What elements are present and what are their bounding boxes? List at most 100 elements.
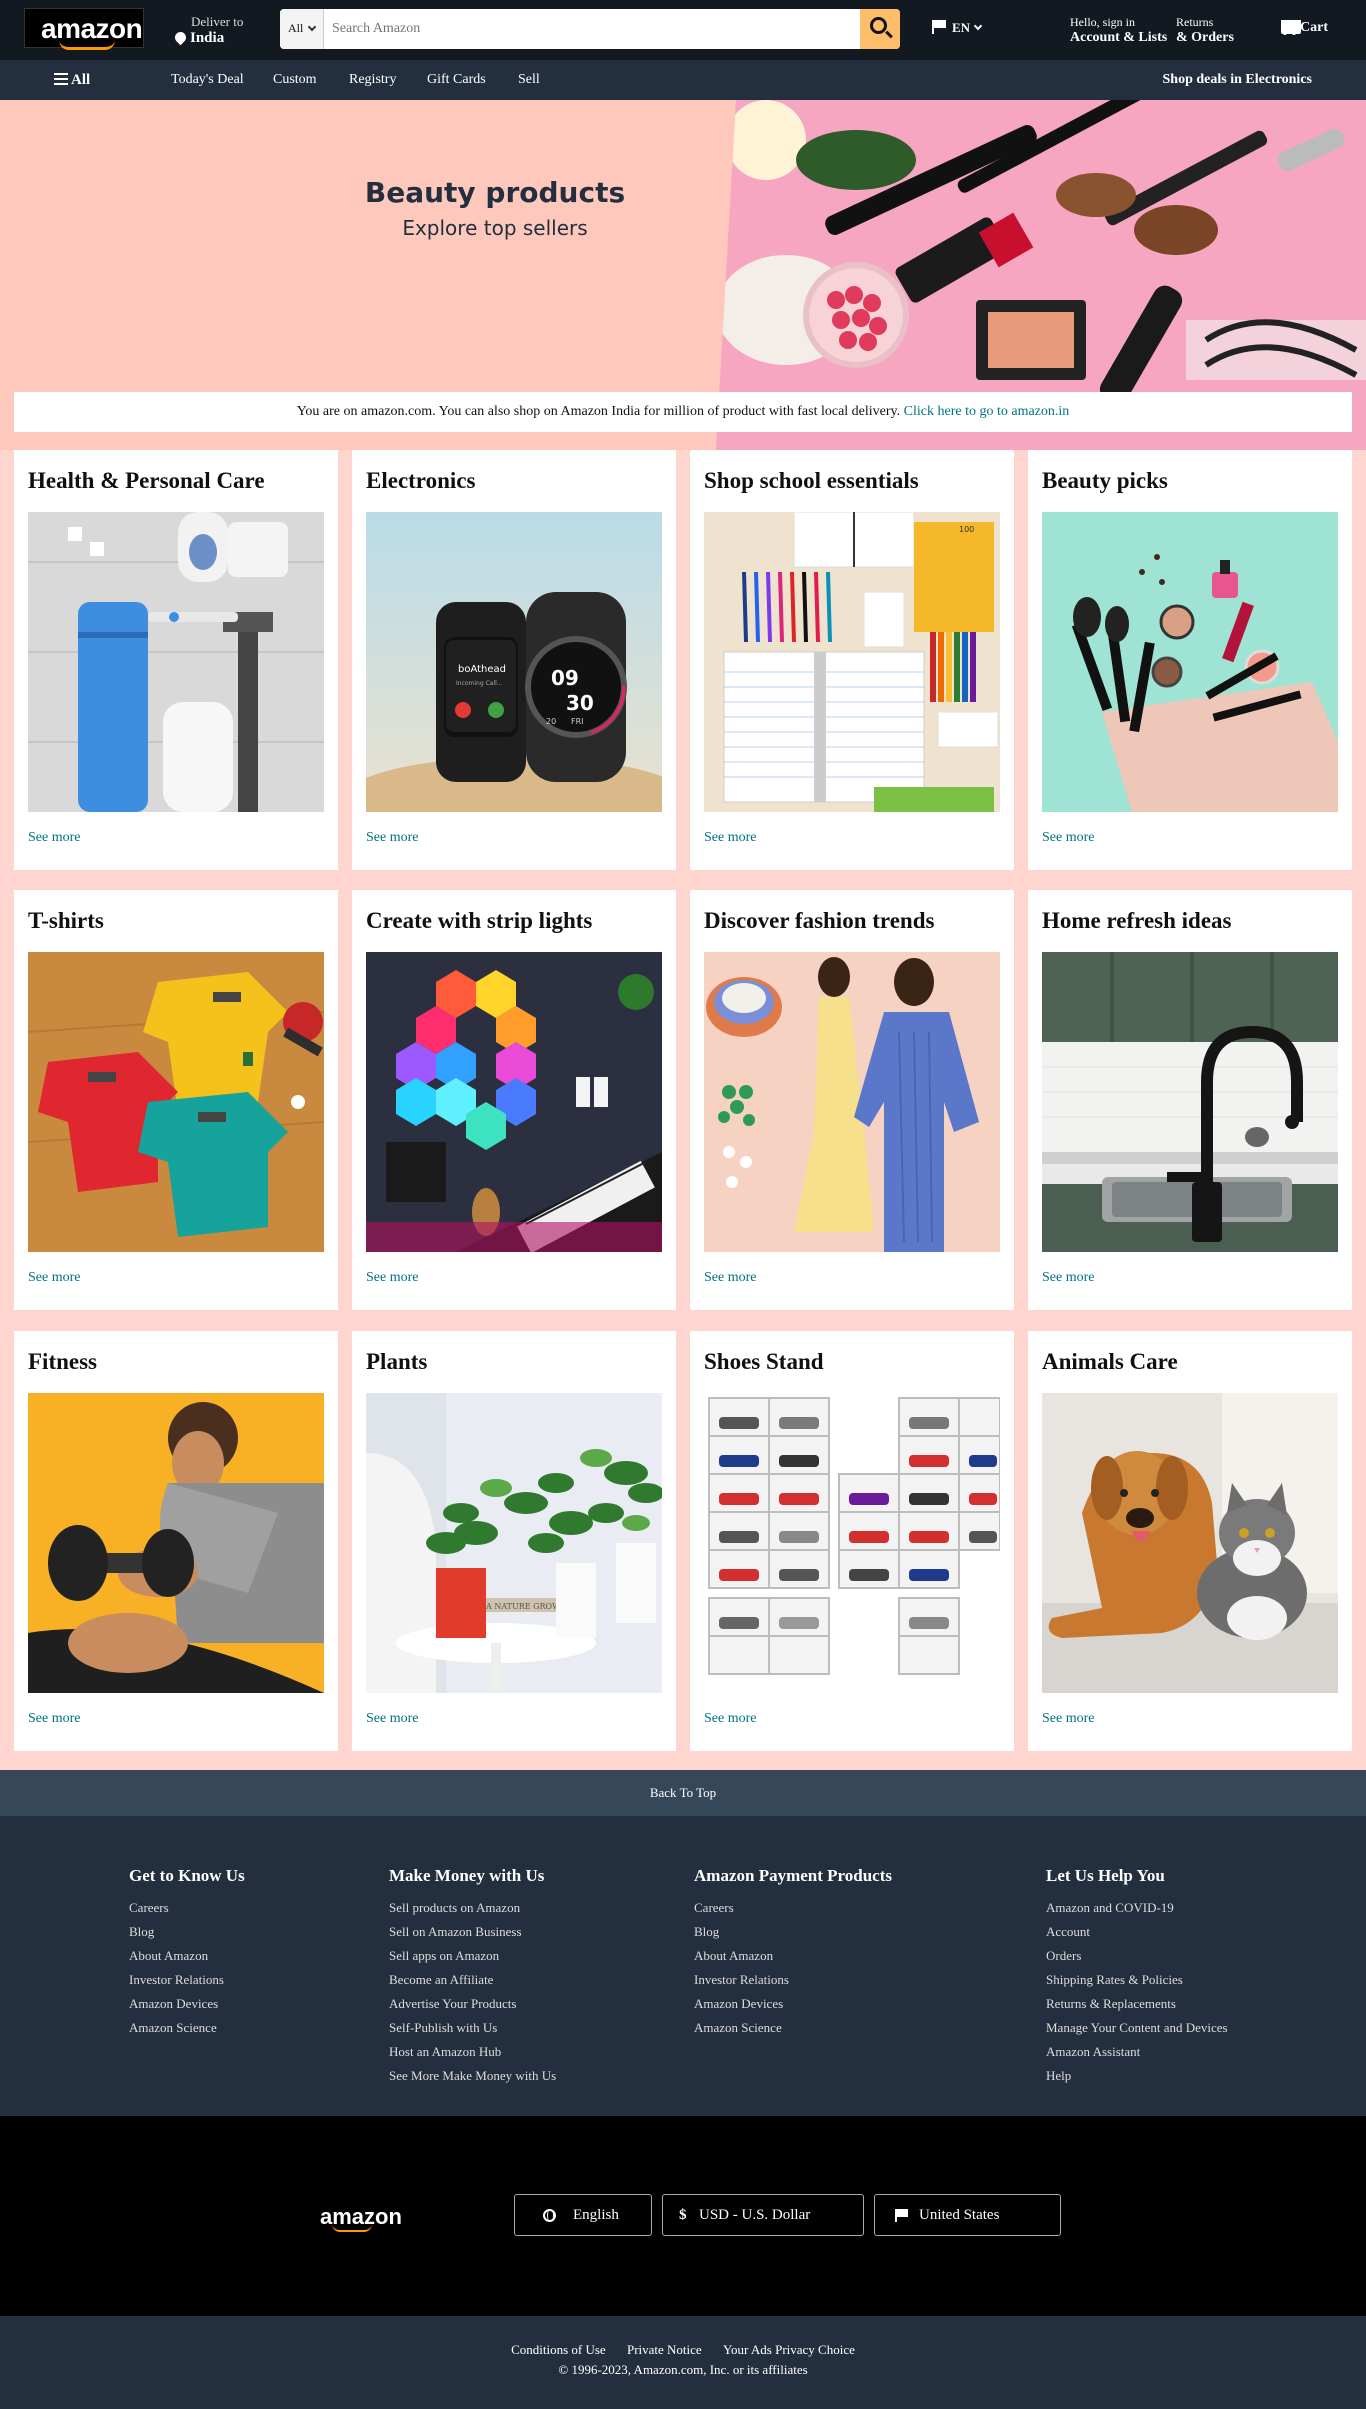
all-menu-button[interactable]: All (54, 72, 90, 89)
footer-link[interactable]: Careers (694, 1896, 892, 1920)
country-button[interactable]: United States (874, 2194, 1061, 2236)
card-image[interactable] (704, 1393, 1000, 1693)
returns-orders[interactable]: Returns & Orders (1176, 15, 1234, 45)
footer-column: Make Money with Us Sell products on Amaz… (389, 1866, 556, 2088)
footer-link[interactable]: Manage Your Content and Devices (1046, 2016, 1228, 2040)
hamburger-icon (54, 73, 68, 85)
footer-link[interactable]: Advertise Your Products (389, 1992, 556, 2016)
see-more-link[interactable]: See more (28, 1711, 80, 1727)
card-image[interactable] (28, 952, 324, 1252)
see-more-link[interactable]: See more (366, 1270, 418, 1286)
category-card: Animals Care See more (1028, 1331, 1352, 1751)
nav-item-todays-deal[interactable]: Today's Deal (171, 72, 244, 88)
footer-link[interactable]: Help (1046, 2064, 1228, 2088)
globe-icon (543, 2209, 556, 2222)
footer-link[interactable]: Amazon Devices (694, 1992, 892, 2016)
footer-legal-link[interactable]: Conditions of Use (511, 2342, 606, 2357)
card-image[interactable] (704, 952, 1000, 1252)
footer-link[interactable]: Amazon Devices (129, 1992, 245, 2016)
footer-link[interactable]: Self-Publish with Us (389, 2016, 556, 2040)
footer-column-title: Make Money with Us (389, 1866, 545, 1885)
footer-link[interactable]: About Amazon (694, 1944, 892, 1968)
card-image[interactable]: 100 (704, 512, 1000, 812)
see-more-link[interactable]: See more (366, 1711, 418, 1727)
footer-link[interactable]: Sell products on Amazon (389, 1896, 556, 1920)
footer-link[interactable]: Orders (1046, 1944, 1228, 1968)
all-label: All (71, 72, 91, 88)
footer-link[interactable]: About Amazon (129, 1944, 245, 1968)
card-title: Create with strip lights (366, 908, 593, 933)
search-icon (870, 17, 887, 34)
see-more-link[interactable]: See more (1042, 1711, 1094, 1727)
location-pin-icon (172, 29, 189, 46)
card-image[interactable] (366, 952, 662, 1252)
card-image[interactable] (1042, 512, 1338, 812)
footer-link[interactable]: Sell on Amazon Business (389, 1920, 556, 1944)
language-selector[interactable]: EN (932, 20, 983, 36)
see-more-link[interactable]: See more (28, 1270, 80, 1286)
footer-link[interactable]: Amazon Science (694, 2016, 892, 2040)
see-more-link[interactable]: See more (366, 830, 418, 846)
category-card: Health & Personal Care See more (14, 450, 338, 870)
currency-value: USD - U.S. Dollar (699, 2207, 811, 2223)
search-bar: All (280, 9, 900, 49)
watch-day: FRI (571, 717, 584, 726)
currency-button[interactable]: $ USD - U.S. Dollar (662, 2194, 864, 2236)
footer-legal-link[interactable]: Private Notice (627, 2342, 702, 2357)
footer-link[interactable]: Sell apps on Amazon (389, 1944, 556, 1968)
card-image[interactable]: boAthead Incoming Call... 09 30 20 FRI (366, 512, 662, 812)
footer-link[interactable]: Blog (129, 1920, 245, 1944)
watch-hour: 09 (551, 666, 579, 690)
watch-incoming: Incoming Call... (456, 680, 503, 687)
footer-column: Amazon Payment Products Careers Blog Abo… (694, 1866, 892, 2040)
card-image[interactable] (1042, 1393, 1338, 1693)
footer-link[interactable]: Blog (694, 1920, 892, 1944)
search-category-select[interactable]: All (280, 9, 324, 49)
logo-smile-icon (59, 40, 115, 50)
amazon-logo[interactable]: amazon (24, 8, 144, 50)
see-more-link[interactable]: See more (28, 830, 80, 846)
shop-deals-link[interactable]: Shop deals in Electronics (1163, 72, 1313, 88)
cart-button[interactable]: Cart (1278, 18, 1328, 36)
deliver-to[interactable]: Deliver to India (172, 14, 243, 46)
see-more-link[interactable]: See more (704, 1711, 756, 1727)
nav-item-sell[interactable]: Sell (518, 72, 540, 88)
back-to-top-button[interactable]: Back To Top (0, 1770, 1366, 1816)
footer-legal-link[interactable]: Your Ads Privacy Choice (723, 2342, 855, 2357)
footer-link[interactable]: Shipping Rates & Policies (1046, 1968, 1228, 1992)
see-more-link[interactable]: See more (704, 1270, 756, 1286)
see-more-link[interactable]: See more (1042, 1270, 1094, 1286)
footer-link[interactable]: Host an Amazon Hub (389, 2040, 556, 2064)
see-more-link[interactable]: See more (704, 830, 756, 846)
top-header: amazon Deliver to India All EN Hello, si… (0, 0, 1366, 60)
search-button[interactable] (860, 9, 900, 49)
footer-link[interactable]: Amazon Science (129, 2016, 245, 2040)
footer-link[interactable]: Amazon Assistant (1046, 2040, 1228, 2064)
language-button[interactable]: English (514, 2194, 652, 2236)
card-title: Discover fashion trends (704, 908, 935, 933)
footer-link[interactable]: See More Make Money with Us (389, 2064, 556, 2088)
footer-link[interactable]: Become an Affiliate (389, 1968, 556, 1992)
hero-title: Beauty products (364, 176, 626, 209)
footer-link[interactable]: Returns & Replacements (1046, 1992, 1228, 2016)
footer-link[interactable]: Amazon and COVID-19 (1046, 1896, 1228, 1920)
nav-item-custom[interactable]: Custom (273, 72, 317, 88)
book-title: A NATURE GROW (485, 1602, 561, 1611)
account-lists[interactable]: Hello, sign in Account & Lists (1070, 15, 1167, 45)
nav-item-registry[interactable]: Registry (349, 72, 396, 88)
country-value: United States (919, 2207, 1000, 2223)
see-more-link[interactable]: See more (1042, 830, 1094, 846)
footer-link[interactable]: Careers (129, 1896, 245, 1920)
returns-label: Returns (1176, 15, 1214, 29)
card-image[interactable]: A NATURE GROW (366, 1393, 662, 1693)
search-input[interactable] (324, 9, 860, 49)
category-card: Electronics boAthead Incoming Call... 09… (352, 450, 676, 870)
nav-item-gift-cards[interactable]: Gift Cards (427, 72, 486, 88)
footer-link[interactable]: Investor Relations (129, 1968, 245, 1992)
card-image[interactable] (1042, 952, 1338, 1252)
amazon-in-link[interactable]: Click here to go to amazon.in (904, 404, 1070, 419)
footer-link[interactable]: Account (1046, 1920, 1228, 1944)
card-image[interactable] (28, 1393, 324, 1693)
card-image[interactable] (28, 512, 324, 812)
footer-link[interactable]: Investor Relations (694, 1968, 892, 1992)
